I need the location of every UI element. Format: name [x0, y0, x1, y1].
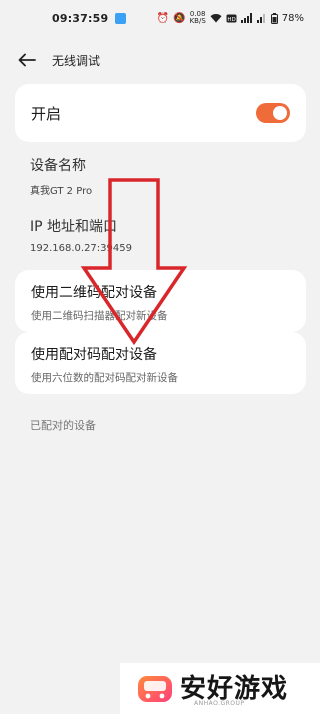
wifi-icon — [210, 14, 222, 23]
battery-icon — [270, 12, 278, 24]
page-title: 无线调试 — [52, 53, 101, 68]
device-name-section: 设备名称 真我GT 2 Pro — [30, 155, 92, 197]
signal-icon — [240, 13, 252, 23]
alarm-icon: ⏰ — [156, 12, 170, 24]
pair-qr-title: 使用二维码配对设备 — [31, 285, 157, 301]
svg-text:HD: HD — [227, 16, 235, 22]
status-bar: 09:37:59 ⏰ 🔕 0.08 KB/S HD 78% — [0, 0, 320, 36]
net-speed: 0.08 KB/S — [190, 11, 206, 25]
pair-code-subtitle: 使用六位数的配对码配对新设备 — [31, 372, 178, 384]
enable-switch[interactable] — [256, 103, 290, 123]
pair-with-code-button[interactable]: 使用配对码配对设备 使用六位数的配对码配对新设备 — [15, 332, 306, 394]
signal-icon-2 — [256, 14, 265, 23]
watermark-domain: ANHAO.GROUP — [194, 700, 245, 707]
ip-port-label: IP 地址和端口 — [30, 219, 118, 235]
back-arrow-icon[interactable] — [16, 49, 38, 71]
net-speed-unit: KB/S — [189, 17, 206, 25]
wireless-debug-toggle-row[interactable]: 开启 — [15, 84, 306, 142]
pair-qr-subtitle: 使用二维码扫描器配对新设备 — [31, 310, 168, 322]
gamepad-logo-icon — [138, 675, 172, 702]
device-name-label: 设备名称 — [30, 158, 86, 174]
status-icons: ⏰ 🔕 0.08 KB/S HD 78% — [157, 11, 304, 25]
ip-port-value: 192.168.0.27:39459 — [30, 243, 132, 254]
app-notification-icon — [115, 12, 127, 24]
pair-code-title: 使用配对码配对设备 — [31, 347, 157, 363]
top-bar: 无线调试 — [0, 44, 320, 76]
ip-port-section: IP 地址和端口 192.168.0.27:39459 — [30, 216, 132, 254]
toggle-label: 开启 — [31, 104, 62, 123]
watermark-brand: 安好游戏 — [180, 673, 289, 704]
hd-icon: HD — [226, 14, 237, 22]
switch-knob — [273, 106, 287, 120]
device-name-value: 真我GT 2 Pro — [30, 186, 93, 197]
battery-percent: 78% — [281, 12, 304, 24]
paired-devices-header: 已配对的设备 — [30, 419, 96, 432]
status-time: 09:37:59 — [52, 11, 109, 25]
pair-with-qr-button[interactable]: 使用二维码配对设备 使用二维码扫描器配对新设备 — [15, 270, 306, 332]
mute-icon: 🔕 — [173, 12, 186, 24]
